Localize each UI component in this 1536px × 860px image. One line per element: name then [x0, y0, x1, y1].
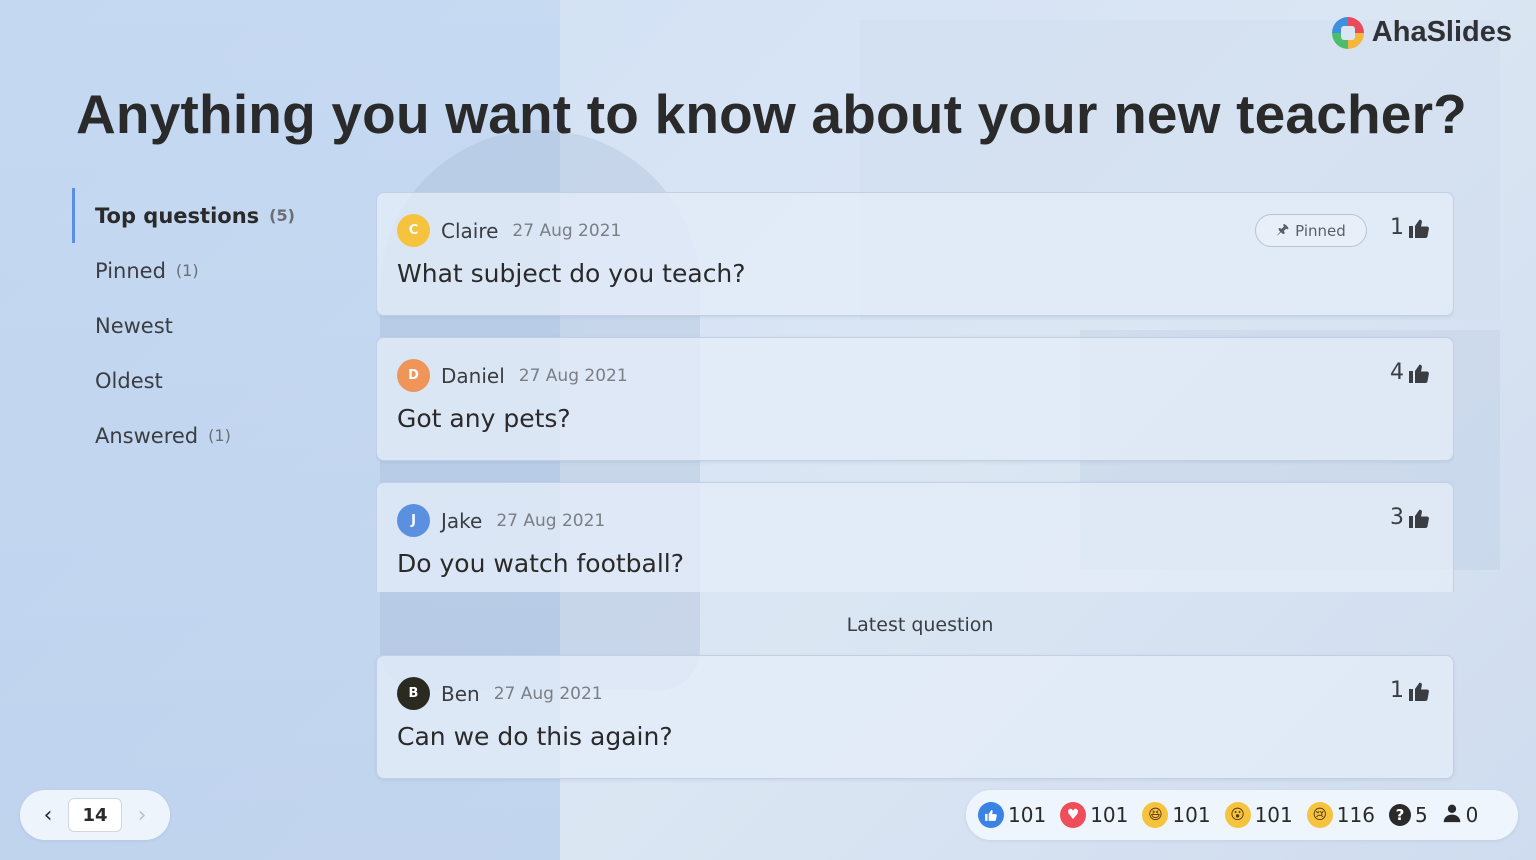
- sidebar-item-newest[interactable]: Newest: [72, 298, 332, 353]
- reaction-heart-count: 101: [1090, 803, 1129, 827]
- question-date: 27 Aug 2021: [512, 220, 622, 241]
- reaction-wow: 😮︎ 101: [1224, 802, 1293, 828]
- sidebar-item-label: Answered: [95, 423, 199, 448]
- question-author: Ben: [441, 681, 480, 706]
- upvote-button[interactable]: 1: [1390, 678, 1431, 703]
- user-icon: [1442, 803, 1462, 828]
- sidebar-item-label: Top questions: [95, 203, 260, 228]
- question-filter-sidebar: Top questions (5) Pinned (1) Newest Olde…: [72, 188, 332, 463]
- wow-reaction-icon: 😮︎: [1224, 802, 1251, 828]
- upvote-count: 4: [1390, 360, 1404, 385]
- chevron-right-icon[interactable]: ›: [132, 803, 152, 828]
- question-date: 27 Aug 2021: [518, 365, 628, 386]
- question-text: Do you watch football?: [397, 549, 685, 578]
- question-header: D Daniel 27 Aug 2021: [397, 359, 628, 392]
- reaction-wow-count: 101: [1254, 803, 1293, 827]
- upvote-count: 3: [1390, 505, 1404, 530]
- brand-logo: AhaSlides: [1331, 16, 1512, 49]
- thumbs-up-icon: [1407, 216, 1431, 240]
- heart-reaction-icon: ♥: [1060, 802, 1087, 828]
- sidebar-item-oldest[interactable]: Oldest: [72, 353, 332, 408]
- question-date: 27 Aug 2021: [493, 683, 603, 704]
- reaction-sad-count: 116: [1336, 803, 1375, 827]
- question-mark-icon: ?: [1388, 804, 1411, 826]
- reaction-heart: ♥ 101: [1060, 802, 1128, 828]
- question-card[interactable]: J Jake 27 Aug 2021 3 Do you watch footba…: [376, 482, 1454, 592]
- upvote-count: 1: [1390, 678, 1404, 703]
- pin-icon: 🖈︎: [1276, 221, 1290, 238]
- sad-reaction-icon: 😢︎: [1306, 802, 1333, 828]
- sidebar-item-top-questions[interactable]: Top questions (5): [72, 188, 332, 243]
- avatar: B: [397, 677, 430, 710]
- upvote-count: 1: [1390, 215, 1404, 240]
- question-list[interactable]: C Claire 27 Aug 2021 🖈︎ Pinned 1 What su…: [376, 192, 1454, 592]
- slide-number-field[interactable]: 14: [68, 798, 122, 832]
- thumbs-up-icon: [1407, 679, 1431, 703]
- question-header: B Ben 27 Aug 2021: [397, 677, 603, 710]
- question-card[interactable]: D Daniel 27 Aug 2021 4 Got any pets?: [376, 337, 1454, 461]
- question-date: 27 Aug 2021: [496, 510, 606, 531]
- thumbs-up-icon: [1407, 361, 1431, 385]
- question-card[interactable]: C Claire 27 Aug 2021 🖈︎ Pinned 1 What su…: [376, 192, 1454, 316]
- reaction-laugh-count: 101: [1172, 803, 1211, 827]
- sidebar-item-count: (1): [208, 426, 231, 445]
- sidebar-item-count: (1): [175, 261, 199, 280]
- thumbs-up-reaction-icon: [978, 802, 1004, 828]
- pinned-badge[interactable]: 🖈︎ Pinned: [1255, 214, 1367, 247]
- pinned-label: Pinned: [1295, 221, 1346, 240]
- reaction-stats-bar: 101 ♥ 101 😆︎ 101 😮︎ 101 😢︎ 116 ? 5 0: [966, 790, 1518, 840]
- laugh-reaction-icon: 😆︎: [1142, 802, 1169, 828]
- thumbs-up-icon: [1407, 506, 1431, 530]
- slide-pager: ‹ 14 ›: [20, 790, 170, 840]
- upvote-button[interactable]: 1: [1390, 215, 1431, 240]
- reaction-sad: 😢︎ 116: [1306, 802, 1375, 828]
- upvote-button[interactable]: 3: [1390, 505, 1431, 530]
- question-header: C Claire 27 Aug 2021: [397, 214, 621, 247]
- brand-name: AhaSlides: [1371, 16, 1512, 48]
- audience-count-value: 0: [1465, 803, 1479, 827]
- sidebar-item-pinned[interactable]: Pinned (1): [72, 243, 332, 298]
- chevron-left-icon[interactable]: ‹: [38, 803, 58, 828]
- reaction-like-count: 101: [1008, 803, 1047, 827]
- reaction-laugh: 😆︎ 101: [1142, 802, 1211, 828]
- sidebar-item-count: (5): [269, 206, 295, 225]
- avatar: J: [397, 504, 430, 537]
- sidebar-item-answered[interactable]: Answered (1): [72, 408, 332, 463]
- question-count-value: 5: [1414, 803, 1428, 827]
- latest-question-label: Latest question: [846, 614, 994, 636]
- question-author: Daniel: [441, 363, 505, 388]
- sidebar-item-label: Pinned: [95, 258, 166, 283]
- avatar: D: [397, 359, 430, 392]
- ahaslides-logo-icon: [1331, 16, 1364, 49]
- reaction-like: 101: [978, 802, 1046, 828]
- sidebar-item-label: Oldest: [95, 368, 163, 393]
- question-text: Got any pets?: [397, 404, 571, 433]
- question-text: What subject do you teach?: [397, 259, 746, 288]
- slide-title: Anything you want to know about your new…: [76, 83, 1467, 145]
- question-header: J Jake 27 Aug 2021: [397, 504, 605, 537]
- question-text: Can we do this again?: [397, 722, 673, 751]
- audience-count: 0: [1442, 803, 1479, 828]
- question-author: Claire: [441, 218, 499, 243]
- upvote-button[interactable]: 4: [1390, 360, 1431, 385]
- avatar: C: [397, 214, 430, 247]
- question-author: Jake: [441, 508, 483, 533]
- sidebar-item-label: Newest: [95, 313, 173, 338]
- question-count: ? 5: [1388, 803, 1428, 827]
- latest-question-card[interactable]: B Ben 27 Aug 2021 1 Can we do this again…: [376, 655, 1454, 779]
